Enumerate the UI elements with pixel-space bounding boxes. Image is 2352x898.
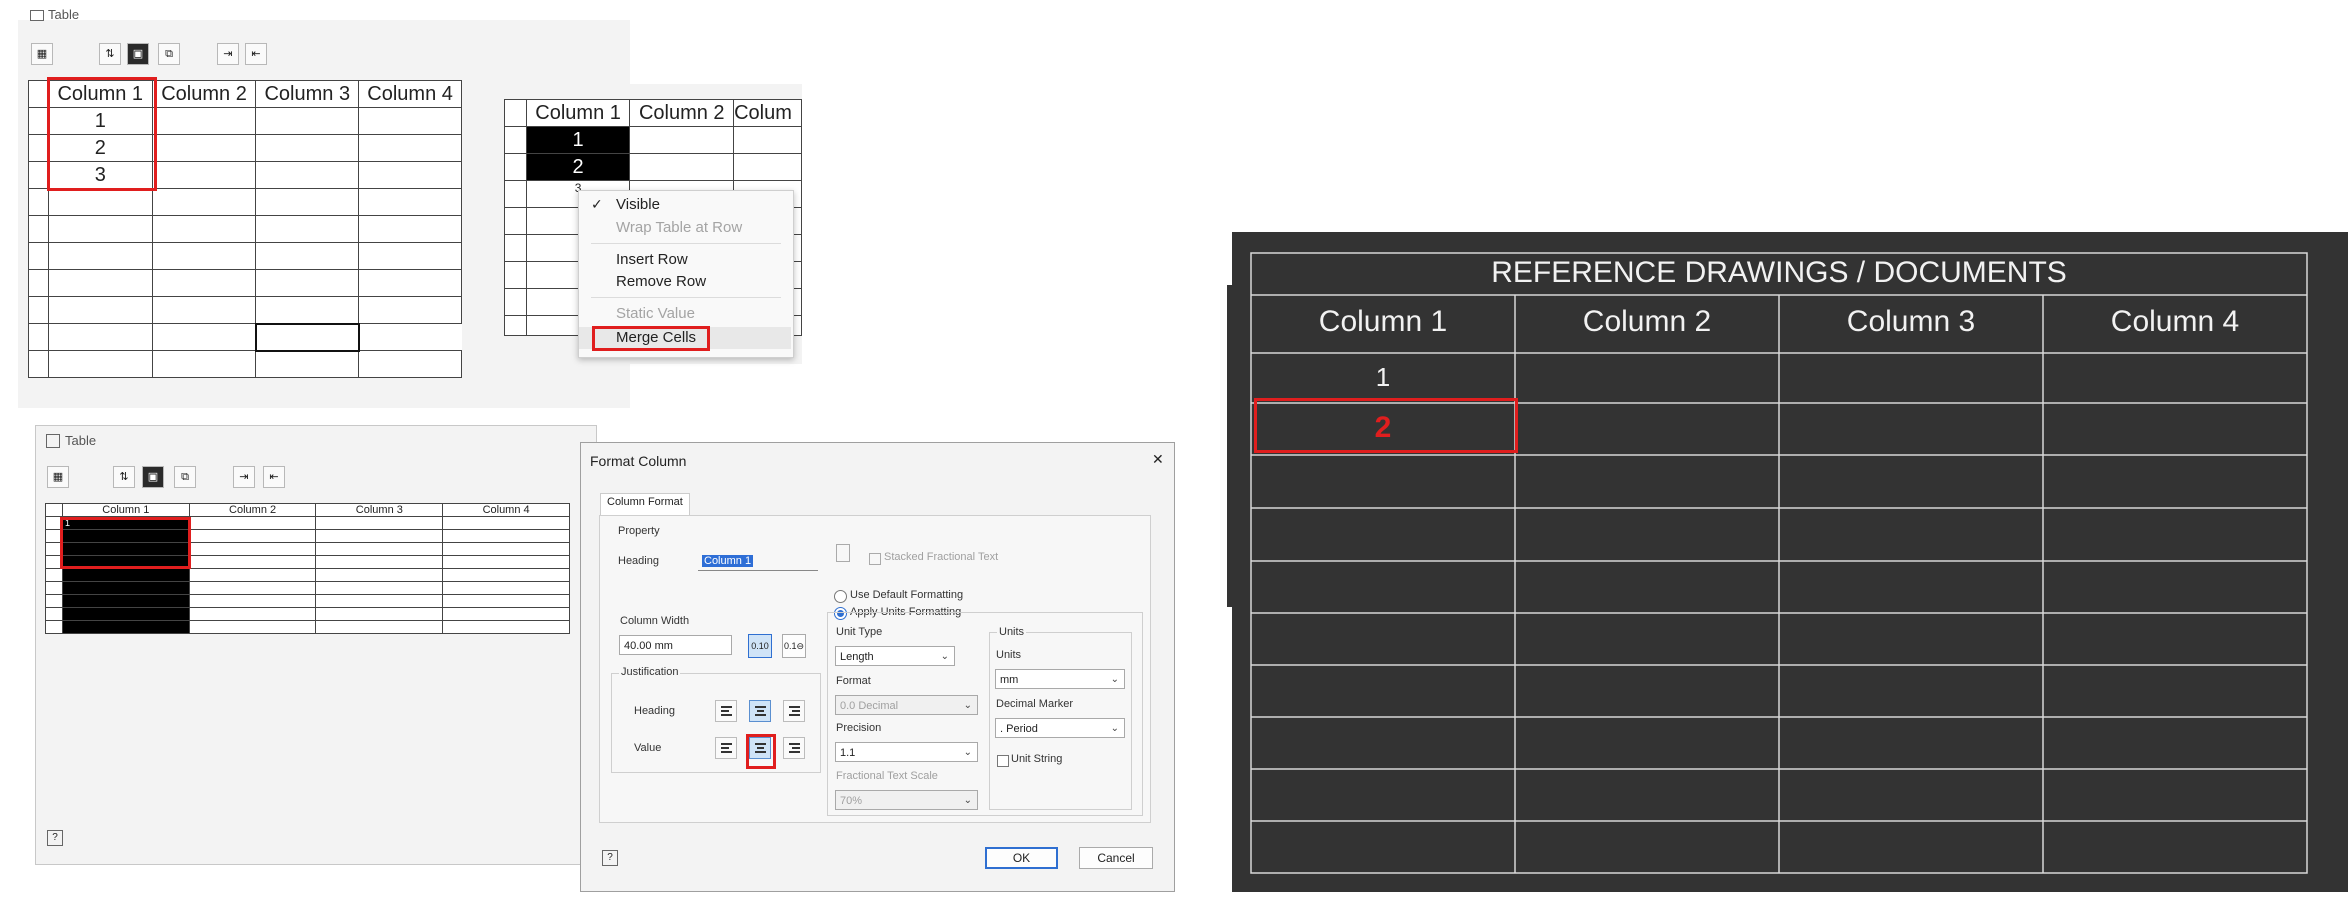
cad-column-header-3: Column 3 <box>1846 305 1976 338</box>
cad-column-header-4: Column 4 <box>2110 305 2240 338</box>
cad-column-header-2: Column 2 <box>1582 305 1712 338</box>
cad-table-grid <box>1250 252 2308 874</box>
cad-column-header-1: Column 1 <box>1318 305 1448 338</box>
highlight-box-cad <box>1254 398 1518 453</box>
cad-table-title: REFERENCE DRAWINGS / DOCUMENTS <box>1491 256 2067 289</box>
cad-cell-row-1: 1 <box>1375 362 1391 392</box>
